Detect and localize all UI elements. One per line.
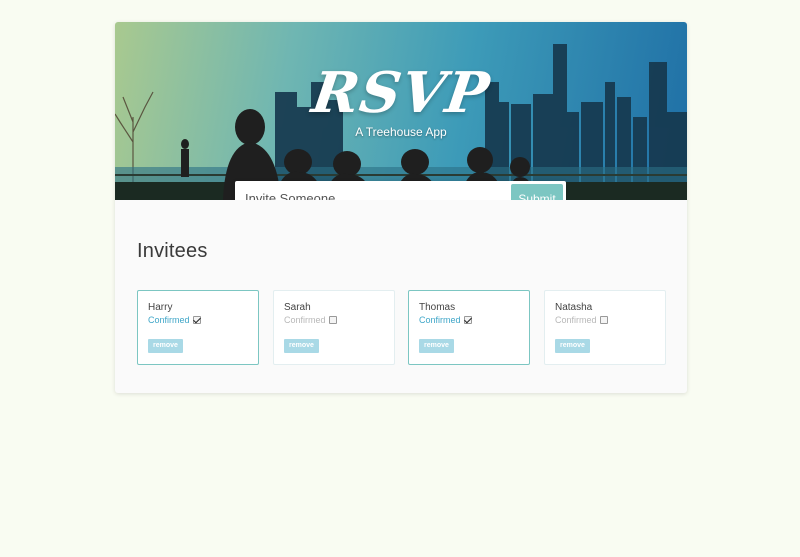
confirmed-checkbox[interactable]	[192, 316, 201, 324]
app-tagline: A Treehouse App	[355, 125, 447, 139]
invite-form: Submit	[235, 181, 566, 200]
confirmed-label: Confirmed	[419, 315, 461, 325]
invitee-card: Thomas Confirmed remove	[408, 290, 530, 365]
confirmed-checkbox[interactable]	[328, 316, 337, 324]
confirmed-checkbox[interactable]	[463, 316, 472, 324]
remove-button[interactable]: remove	[284, 339, 319, 353]
confirmed-toggle[interactable]: Confirmed	[284, 315, 337, 325]
confirmed-label: Confirmed	[555, 315, 597, 325]
invitee-card: Natasha Confirmed remove	[544, 290, 666, 365]
invitee-card: Sarah Confirmed remove	[273, 290, 395, 365]
rsvp-app: RSVP A Treehouse App Submit Invitees Har…	[115, 22, 687, 393]
submit-button[interactable]: Submit	[511, 184, 563, 200]
invite-input[interactable]	[235, 181, 511, 200]
confirmed-toggle[interactable]: Confirmed	[555, 315, 608, 325]
confirmed-toggle[interactable]: Confirmed	[419, 315, 472, 325]
confirmed-label: Confirmed	[284, 315, 326, 325]
invitee-card: Harry Confirmed remove	[137, 290, 259, 365]
remove-button[interactable]: remove	[419, 339, 454, 353]
invitee-name: Sarah	[284, 302, 311, 313]
confirmed-toggle[interactable]: Confirmed	[148, 315, 201, 325]
confirmed-label: Confirmed	[148, 315, 190, 325]
remove-button[interactable]: remove	[555, 339, 590, 353]
invitee-name: Harry	[148, 302, 173, 313]
remove-button[interactable]: remove	[148, 339, 183, 353]
header-banner: RSVP A Treehouse App Submit	[115, 22, 687, 200]
invitee-name: Thomas	[419, 302, 456, 313]
invitee-name: Natasha	[555, 302, 593, 313]
invitees-title: Invitees	[137, 240, 208, 262]
app-logo: RSVP	[308, 60, 494, 126]
main-content: Invitees Harry Confirmed remove Sarah Co…	[137, 240, 667, 365]
confirmed-checkbox[interactable]	[599, 316, 608, 324]
